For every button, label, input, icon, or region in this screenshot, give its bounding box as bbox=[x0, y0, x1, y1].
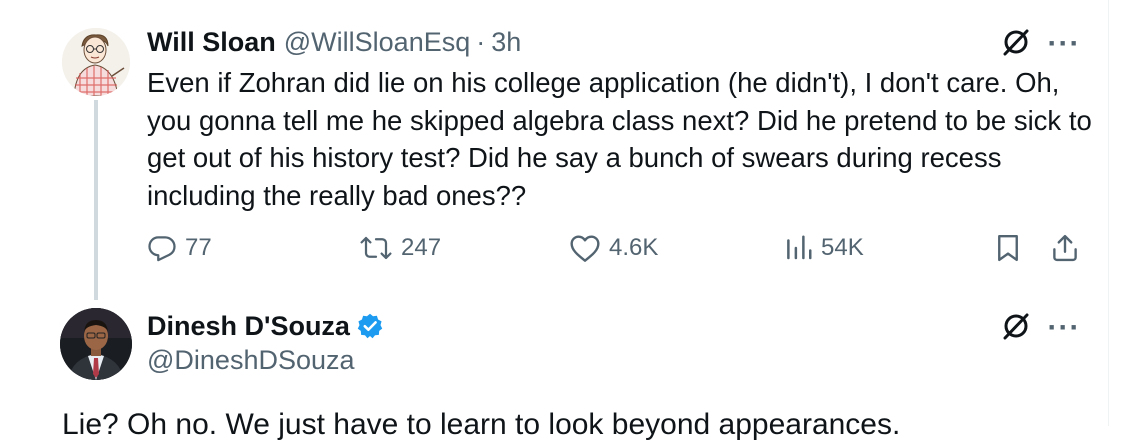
more-icon: ··· bbox=[1047, 27, 1081, 60]
repost-button[interactable]: 247 bbox=[359, 226, 441, 270]
tweet-text: Lie? Oh no. We just have to learn to loo… bbox=[62, 408, 901, 441]
reply-count: 77 bbox=[185, 234, 212, 261]
avatar[interactable] bbox=[60, 308, 132, 380]
avatar[interactable] bbox=[62, 28, 130, 96]
like-count: 4.6K bbox=[609, 234, 659, 261]
tweet-header: Will Sloan @WillSloanEsq · 3h bbox=[147, 24, 521, 60]
separator: · bbox=[476, 26, 486, 57]
more-button[interactable]: ··· bbox=[1044, 26, 1084, 62]
like-button[interactable]: 4.6K bbox=[569, 226, 658, 270]
repost-count: 247 bbox=[401, 234, 442, 261]
tweet-dinesh-dsouza[interactable]: Dinesh D'Souza @DineshDSouza ··· Lie? Oh… bbox=[0, 300, 1108, 441]
tweet-will-sloan[interactable]: Will Sloan @WillSloanEsq · 3h ··· Even i… bbox=[0, 0, 1108, 300]
bookmark-button[interactable] bbox=[995, 226, 1021, 270]
timestamp[interactable]: 3h bbox=[491, 27, 521, 58]
tweet-text: Even if Zohran did lie on his college ap… bbox=[147, 67, 1092, 211]
grok-button[interactable] bbox=[996, 26, 1036, 62]
share-icon bbox=[1051, 233, 1079, 263]
tweet-actions: 77 247 4.6K 54K bbox=[147, 226, 1087, 270]
bookmark-icon bbox=[995, 233, 1021, 263]
repost-icon bbox=[359, 233, 393, 263]
share-button[interactable] bbox=[1051, 226, 1079, 270]
grok-icon bbox=[1001, 27, 1031, 62]
author-handle[interactable]: @WillSloanEsq bbox=[284, 27, 470, 58]
reply-icon bbox=[147, 233, 177, 263]
author-name[interactable]: Will Sloan bbox=[147, 27, 276, 58]
grok-button[interactable] bbox=[996, 310, 1036, 346]
thread-line bbox=[94, 100, 98, 300]
author-name[interactable]: Dinesh D'Souza bbox=[147, 311, 350, 342]
views-button[interactable]: 54K bbox=[785, 226, 864, 270]
tweet-header: Dinesh D'Souza bbox=[147, 308, 384, 344]
author-handle[interactable]: @DineshDSouza bbox=[147, 345, 355, 376]
timeline-border bbox=[1108, 0, 1109, 426]
more-icon: ··· bbox=[1047, 311, 1081, 344]
views-count: 54K bbox=[821, 234, 864, 261]
heart-icon bbox=[569, 233, 601, 263]
more-button[interactable]: ··· bbox=[1044, 310, 1084, 346]
views-icon bbox=[785, 233, 813, 263]
grok-icon bbox=[1001, 311, 1031, 346]
verified-badge-icon bbox=[356, 312, 384, 340]
reply-button[interactable]: 77 bbox=[147, 226, 212, 270]
